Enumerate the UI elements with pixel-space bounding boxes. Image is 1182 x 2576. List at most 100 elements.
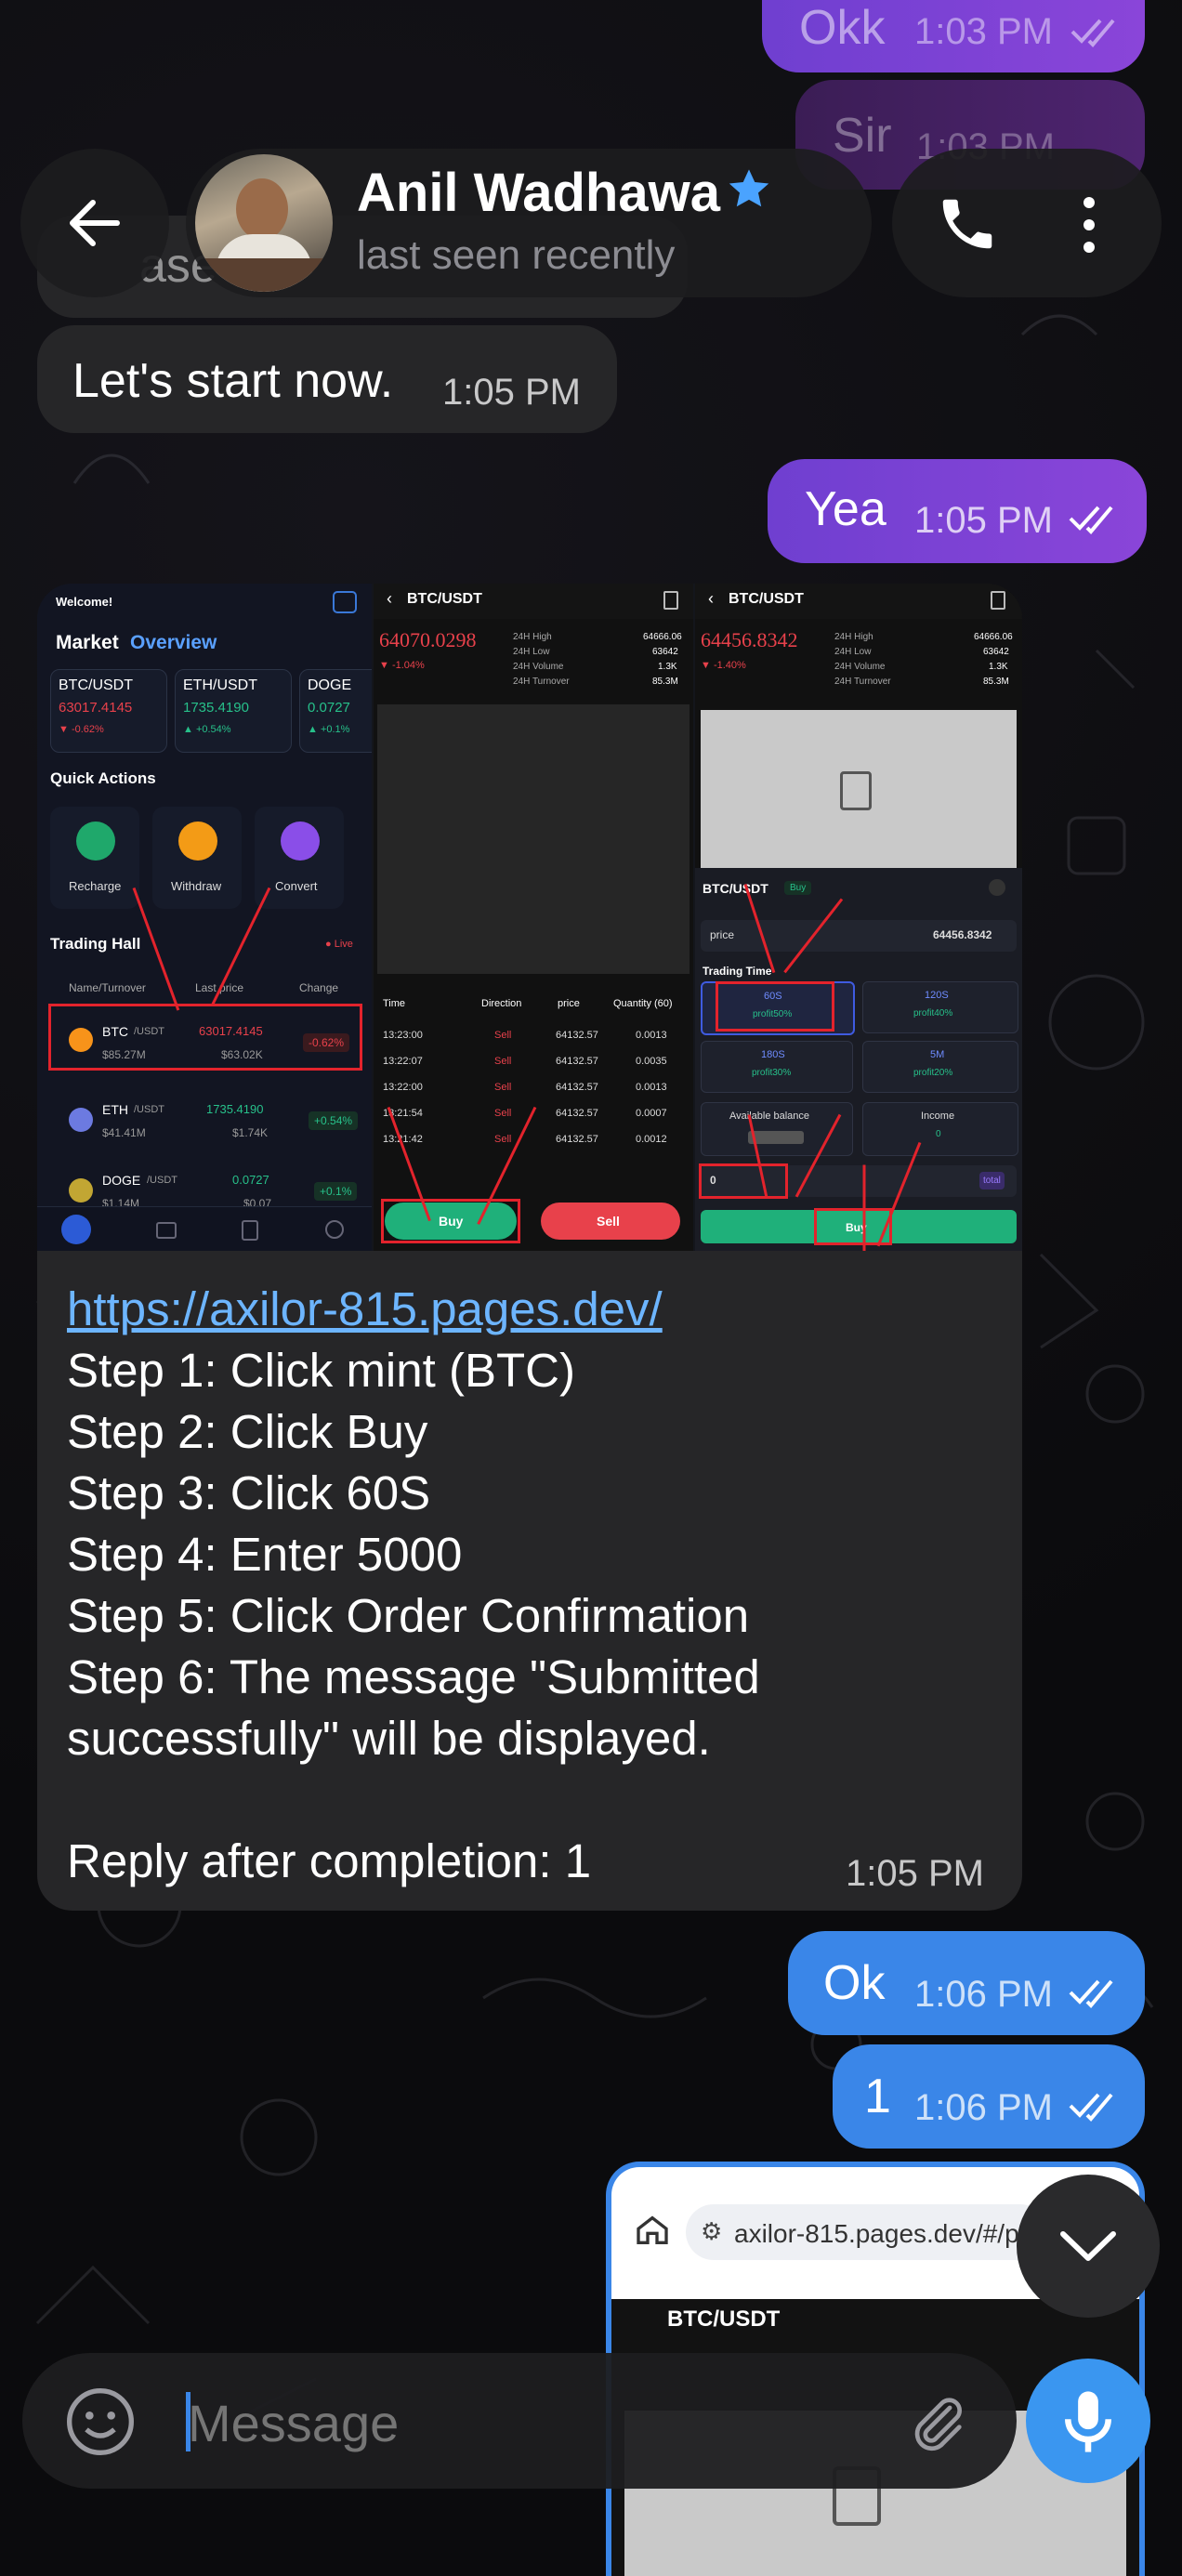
market-title-accent: Overview xyxy=(130,632,217,653)
tab-home-icon xyxy=(61,1215,91,1244)
ticker-pair: ETH/USDT xyxy=(183,677,257,693)
trade-price: 64132.57 xyxy=(556,1082,598,1093)
recharge-icon xyxy=(76,821,115,861)
site-settings-icon: ⚙ xyxy=(701,2217,723,2245)
message-composer xyxy=(22,2353,1017,2489)
attach-icon[interactable] xyxy=(905,2390,970,2455)
price-value: 64456.8342 xyxy=(933,928,992,941)
message-text: Ok xyxy=(823,1956,886,2010)
highlight-box xyxy=(381,1199,520,1243)
contact-name: Anil Wadhawa xyxy=(357,163,720,223)
ticker-change: ▲ +0.1% xyxy=(308,724,350,735)
voice-record-button[interactable] xyxy=(1026,2359,1150,2483)
trade-price: 64132.57 xyxy=(556,1056,598,1067)
stat-label: 24H Low xyxy=(834,647,872,657)
arrow-left-icon xyxy=(70,200,120,246)
message-text: Okk xyxy=(799,1,886,55)
instruction-link[interactable]: https://axilor-815.pages.dev/ xyxy=(67,1279,663,1340)
phone-icon[interactable] xyxy=(935,191,1000,256)
order-panel: ‹ BTC/USDT 64456.8342 ▼ -1.40% 24H High … xyxy=(695,584,1022,1251)
time-option: 180S profit30% xyxy=(701,1041,853,1093)
stat-label: 24H Turnover xyxy=(834,677,891,687)
balance-label: Available balance xyxy=(729,1111,810,1122)
stat-value: 64666.06 xyxy=(974,632,1013,642)
action-label: Convert xyxy=(275,879,318,893)
market-overview-panel: Welcome! Market Overview BTC/USDT 63017.… xyxy=(37,584,372,1251)
highlight-box xyxy=(699,1163,788,1199)
trades-column: Direction xyxy=(481,998,522,1009)
price-label: price xyxy=(710,928,735,941)
bottom-tab-bar xyxy=(37,1206,372,1251)
doc-icon xyxy=(991,591,1005,610)
reply-instruction: Reply after completion: 1 xyxy=(67,1834,592,1887)
contact-status: last seen recently xyxy=(357,232,676,278)
tab-profile-icon xyxy=(325,1220,344,1239)
message-input[interactable] xyxy=(186,2386,859,2459)
stat-label: 24H High xyxy=(834,632,873,642)
verified-star-icon xyxy=(729,169,769,207)
close-icon xyxy=(989,879,1005,896)
quick-actions-title: Quick Actions xyxy=(50,769,156,787)
trade-time: 13:22:00 xyxy=(383,1082,423,1093)
coin-quote: /USDT xyxy=(134,1104,164,1115)
microphone-icon xyxy=(1065,2391,1111,2452)
option-time: 5M xyxy=(930,1049,945,1060)
trade-qty: 0.0012 xyxy=(636,1134,667,1145)
back-button[interactable] xyxy=(20,149,169,297)
option-profit: profit30% xyxy=(752,1068,792,1078)
trade-price: 64132.57 xyxy=(556,1030,598,1041)
highlight-box xyxy=(48,1004,362,1071)
doge-icon xyxy=(69,1178,93,1203)
url-text: axilor-815.pages.dev/#/pa xyxy=(734,2219,1034,2248)
emoji-icon[interactable] xyxy=(63,2385,138,2459)
eth-icon xyxy=(69,1108,93,1132)
more-vertical-icon[interactable] xyxy=(1078,195,1100,255)
message-text: Yea xyxy=(805,482,886,536)
trade-price: 64132.57 xyxy=(556,1108,598,1119)
message-bubble-outgoing[interactable]: 1 1:06 PM xyxy=(833,2044,1145,2149)
tab-market-icon xyxy=(156,1222,177,1239)
ticker-change: ▲ +0.54% xyxy=(183,724,231,735)
ticker-card: BTC/USDT 63017.4145 ▼ -0.62% xyxy=(50,669,167,753)
option-time: 120S xyxy=(925,990,949,1001)
chat-header[interactable]: Anil Wadhawa last seen recently xyxy=(186,149,872,297)
withdraw-action: Withdraw xyxy=(152,807,242,909)
scroll-down-button[interactable] xyxy=(1017,2175,1160,2318)
trade-qty: 0.0035 xyxy=(636,1056,667,1067)
message-bubble-incoming[interactable]: Let's start now. 1:05 PM xyxy=(37,325,617,433)
instruction-step: Step 1: Click mint (BTC) xyxy=(67,1344,575,1397)
price-change: ▼ -1.40% xyxy=(701,660,746,671)
coin-price: 1735.4190 xyxy=(206,1102,264,1116)
message-bubble-partial[interactable]: Okk 1:03 PM xyxy=(762,0,1145,72)
recharge-action: Recharge xyxy=(50,807,139,909)
coin-usd: $1.74K xyxy=(232,1126,269,1139)
welcome-text: Welcome! xyxy=(56,595,113,609)
income-box: Income 0 xyxy=(862,1102,1018,1156)
trade-row: 13:23:00 Sell 64132.57 0.0013 xyxy=(374,1026,693,1050)
instruction-step: Step 4: Enter 5000 xyxy=(67,1528,463,1581)
trading-time-title: Trading Time xyxy=(703,965,772,978)
message-bubble-outgoing[interactable]: Ok 1:06 PM xyxy=(788,1931,1145,2035)
trading-app-screenshot[interactable]: Welcome! Market Overview BTC/USDT 63017.… xyxy=(37,584,1022,1251)
market-title: Market xyxy=(56,632,119,653)
stat-label: 24H Turnover xyxy=(513,677,570,687)
stat-value: 1.3K xyxy=(989,662,1008,672)
coin-name: ETH xyxy=(102,1102,128,1117)
read-ticks-icon xyxy=(1069,1979,1113,2008)
chevron-down-icon xyxy=(1060,2231,1116,2261)
message-time: 1:03 PM xyxy=(914,11,1053,52)
order-sheet: BTC/USDT Buy price 64456.8342 Trading Ti… xyxy=(695,868,1022,1251)
message-time: 1:05 PM xyxy=(442,372,581,413)
instruction-step: Step 6: The message "Submitted xyxy=(67,1650,760,1703)
chat-screen: Okk 1:03 PM Sir 1:03 PM ase Anil Wadhawa… xyxy=(0,0,1182,2576)
message-bubble-outgoing[interactable]: Yea 1:05 PM xyxy=(768,459,1147,563)
message-time: 1:05 PM xyxy=(914,500,1053,541)
read-ticks-icon xyxy=(1069,506,1113,534)
chart-placeholder xyxy=(701,710,1017,868)
trade-direction: Sell xyxy=(494,1108,512,1119)
avatar[interactable] xyxy=(195,154,333,292)
trade-row: 13:21:42 Sell 64132.57 0.0012 xyxy=(374,1130,693,1154)
pair-title: BTC/USDT xyxy=(407,591,482,607)
price-field: price 64456.8342 xyxy=(701,920,1017,952)
stat-label: 24H High xyxy=(513,632,552,642)
